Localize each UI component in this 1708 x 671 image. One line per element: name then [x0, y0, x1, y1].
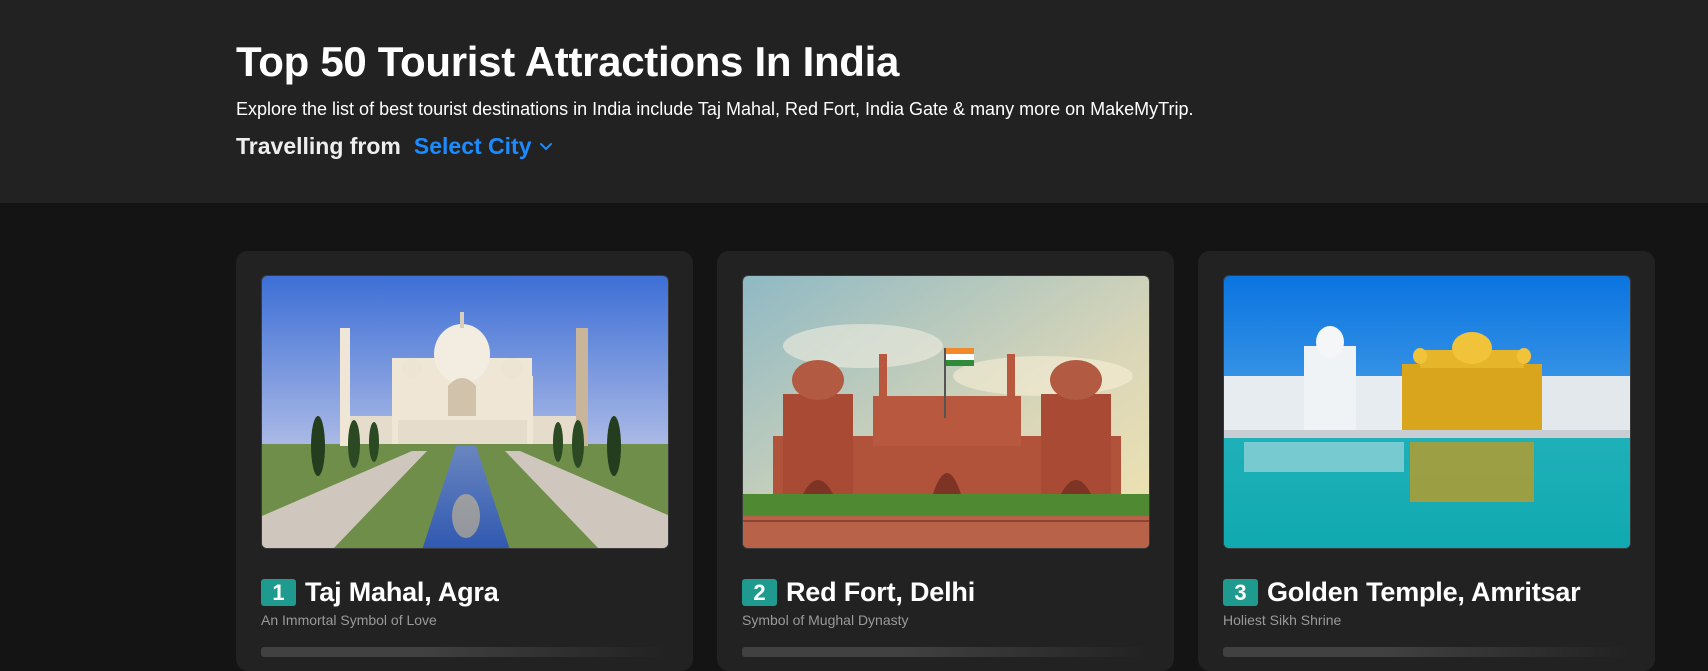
- travelling-from-row: Travelling from Select City: [236, 130, 1476, 162]
- attraction-title-row: 2 Red Fort, Delhi: [742, 576, 975, 608]
- red-fort-photo[interactable]: [742, 275, 1150, 549]
- attraction-description-cutoff: [742, 639, 1150, 659]
- rank-badge: 1: [261, 578, 296, 606]
- attraction-card[interactable]: 2 Red Fort, Delhi Symbol of Mughal Dynas…: [717, 251, 1174, 671]
- page-title: Top 50 Tourist Attractions In India: [236, 38, 900, 85]
- golden-temple-photo[interactable]: [1223, 275, 1631, 549]
- attraction-description-cutoff: [1223, 639, 1631, 659]
- attraction-name[interactable]: Taj Mahal, Agra: [305, 576, 499, 608]
- attraction-tagline: Holiest Sikh Shrine: [1223, 612, 1342, 628]
- attraction-card[interactable]: 3 Golden Temple, Amritsar Holiest Sikh S…: [1198, 251, 1655, 671]
- attraction-name[interactable]: Red Fort, Delhi: [786, 576, 975, 608]
- select-city-dropdown[interactable]: Select City: [414, 133, 554, 160]
- page-header: Top 50 Tourist Attractions In India Expl…: [0, 0, 1708, 203]
- travelling-from-label: Travelling from: [236, 132, 401, 159]
- rank-badge: 2: [742, 578, 777, 606]
- select-city-label: Select City: [413, 132, 532, 159]
- chevron-down-icon: [539, 139, 553, 153]
- attraction-title-row: 3 Golden Temple, Amritsar: [1223, 576, 1581, 608]
- taj-mahal-photo[interactable]: [261, 275, 669, 549]
- rank-badge: 3: [1223, 578, 1258, 606]
- attraction-tagline: An Immortal Symbol of Love: [261, 612, 437, 628]
- attraction-card[interactable]: 1 Taj Mahal, Agra An Immortal Symbol of …: [236, 251, 693, 671]
- attraction-description-cutoff: [261, 639, 669, 659]
- header-content: Top 50 Tourist Attractions In India Expl…: [236, 36, 1476, 162]
- attraction-title-row: 1 Taj Mahal, Agra: [261, 576, 499, 608]
- attractions-list: 1 Taj Mahal, Agra An Immortal Symbol of …: [236, 251, 1656, 671]
- attraction-tagline: Symbol of Mughal Dynasty: [742, 612, 909, 628]
- attraction-name[interactable]: Golden Temple, Amritsar: [1267, 576, 1581, 608]
- page-subtitle: Explore the list of best tourist destina…: [236, 99, 1194, 119]
